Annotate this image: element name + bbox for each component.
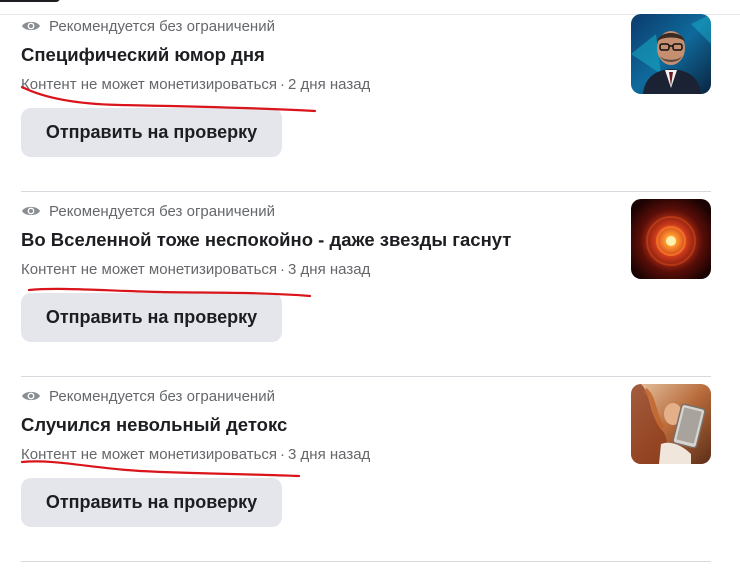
monetization-label: Контент не может монетизироваться [21, 446, 278, 463]
post-time: 2 дня назад [288, 76, 371, 93]
post-title[interactable]: Во Вселенной тоже неспокойно - даже звез… [21, 229, 511, 251]
post-title[interactable]: Случился невольный детокс [21, 414, 287, 436]
submit-for-review-button[interactable]: Отправить на проверку [21, 478, 282, 527]
separator-dot: · [280, 446, 286, 463]
monetization-status: Контент не может монетизироваться · 3 дня … [21, 446, 370, 463]
recommendation-label: Рекомендуется без ограничений [49, 17, 275, 35]
recommendation-status: Рекомендуется без ограничений [21, 202, 275, 220]
separator-dot: · [280, 261, 286, 278]
monetization-label: Контент не может монетизироваться [21, 76, 278, 93]
post-item: Рекомендуется без ограничений Во Вселенн… [0, 199, 740, 384]
post-item: Рекомендуется без ограничений Случился н… [0, 384, 740, 569]
post-divider [21, 561, 711, 562]
monetization-status: Контент не может монетизироваться · 2 дня … [21, 76, 370, 93]
post-thumbnail[interactable] [631, 384, 711, 464]
post-item: Рекомендуется без ограничений Специфичес… [0, 14, 740, 199]
top-cutoff-fragment [0, 0, 60, 2]
submit-for-review-button[interactable]: Отправить на проверку [21, 108, 282, 157]
monetization-label: Контент не может монетизироваться [21, 261, 278, 278]
person-tablet-thumbnail [631, 384, 711, 464]
submit-for-review-button[interactable]: Отправить на проверку [21, 293, 282, 342]
post-time: 3 дня назад [288, 261, 371, 278]
man-in-glasses-thumbnail [631, 14, 711, 94]
separator-dot: · [280, 76, 286, 93]
recommendation-status: Рекомендуется без ограничений [21, 387, 275, 405]
eye-icon [22, 21, 40, 31]
post-thumbnail[interactable] [631, 14, 711, 94]
post-divider [21, 376, 711, 377]
eye-icon [22, 206, 40, 216]
post-title[interactable]: Специфический юмор дня [21, 44, 265, 66]
galaxy-thumbnail [631, 199, 711, 279]
post-time: 3 дня назад [288, 446, 371, 463]
recommendation-status: Рекомендуется без ограничений [21, 17, 275, 35]
recommendation-label: Рекомендуется без ограничений [49, 387, 275, 405]
post-thumbnail[interactable] [631, 199, 711, 279]
post-divider [21, 191, 711, 192]
monetization-status: Контент не может монетизироваться · 3 дня … [21, 261, 370, 278]
recommendation-label: Рекомендуется без ограничений [49, 202, 275, 220]
eye-icon [22, 391, 40, 401]
